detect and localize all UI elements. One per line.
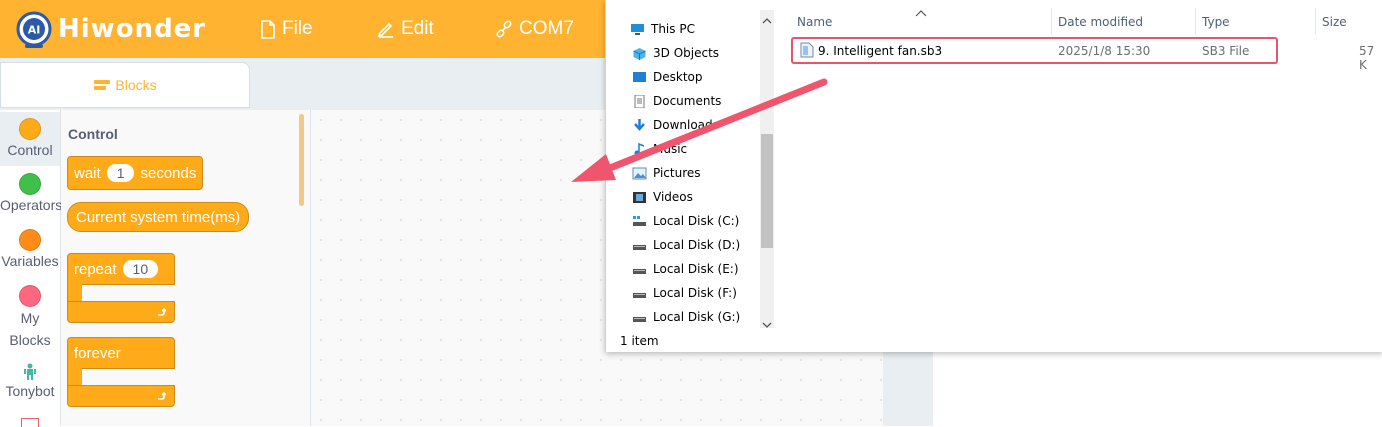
drag-arrow-annotation <box>571 78 828 182</box>
